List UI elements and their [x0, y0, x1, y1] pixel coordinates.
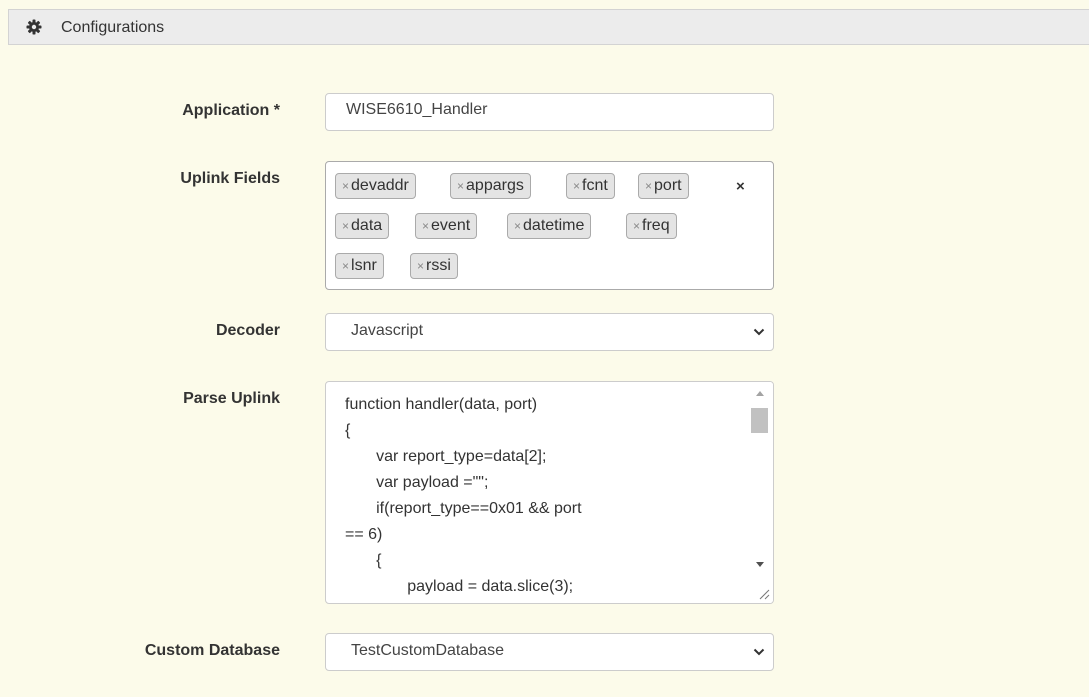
panel-header: Configurations	[8, 9, 1089, 45]
uplink-tag-label: event	[431, 217, 471, 234]
chevron-down-icon	[753, 648, 765, 656]
remove-tag-icon[interactable]: ×	[514, 219, 521, 233]
remove-tag-icon[interactable]: ×	[457, 179, 464, 193]
uplink-tag-label: fcnt	[582, 177, 608, 194]
uplink-fields-multiselect[interactable]: × × devaddr × appargs × fcnt × port × data × event ×…	[325, 161, 774, 290]
textarea-scrollbar[interactable]	[747, 382, 773, 603]
uplink-tag[interactable]: × data	[335, 213, 390, 239]
application-input[interactable]: WISE6610_Handler	[325, 93, 774, 131]
custom-database-select[interactable]: TestCustomDatabase	[325, 633, 774, 671]
uplink-tag[interactable]: × port	[638, 173, 689, 199]
uplink-tag[interactable]: × event	[415, 213, 478, 239]
uplink-tag[interactable]: × fcnt	[566, 173, 615, 199]
application-value: WISE6610_Handler	[346, 101, 488, 118]
remove-tag-icon[interactable]: ×	[422, 219, 429, 233]
uplink-tag[interactable]: × lsnr	[335, 253, 384, 279]
clear-all-icon[interactable]: ×	[736, 178, 745, 195]
remove-tag-icon[interactable]: ×	[417, 259, 424, 273]
uplink-tag-label: port	[654, 177, 682, 194]
remove-tag-icon[interactable]: ×	[342, 259, 349, 273]
gear-icon	[26, 19, 42, 35]
uplink-tag-label: freq	[642, 217, 670, 234]
parse-uplink-textarea[interactable]: function handler(data, port) { var repor…	[325, 381, 774, 604]
uplink-tag-label: lsnr	[351, 257, 377, 274]
remove-tag-icon[interactable]: ×	[633, 219, 640, 233]
uplink-tag-label: appargs	[466, 177, 524, 194]
scrollbar-thumb[interactable]	[751, 408, 768, 433]
scroll-down-icon[interactable]	[755, 561, 765, 568]
remove-tag-icon[interactable]: ×	[342, 219, 349, 233]
uplink-tag-label: rssi	[426, 257, 451, 274]
parse-uplink-label: Parse Uplink	[183, 390, 280, 407]
uplink-tag[interactable]: × appargs	[450, 173, 531, 199]
uplink-tag-label: datetime	[523, 217, 585, 234]
uplink-fields-label: Uplink Fields	[180, 170, 280, 187]
uplink-tag-label: data	[351, 217, 383, 234]
panel-title: Configurations	[61, 19, 165, 36]
remove-tag-icon[interactable]: ×	[573, 179, 580, 193]
uplink-tag[interactable]: × datetime	[507, 213, 592, 239]
uplink-tag[interactable]: × devaddr	[335, 173, 416, 199]
uplink-tag[interactable]: × rssi	[410, 253, 458, 279]
chevron-down-icon	[753, 328, 765, 336]
remove-tag-icon[interactable]: ×	[645, 179, 652, 193]
parse-uplink-code: function handler(data, port) { var repor…	[345, 396, 582, 595]
custom-database-value: TestCustomDatabase	[351, 642, 504, 659]
decoder-value: Javascript	[351, 322, 424, 339]
decoder-label: Decoder	[215, 322, 280, 339]
decoder-select[interactable]: Javascript	[325, 313, 774, 351]
uplink-tag[interactable]: × freq	[626, 213, 677, 239]
scroll-up-icon[interactable]	[755, 390, 765, 397]
application-label: Application *	[182, 102, 280, 119]
resize-handle-icon[interactable]	[758, 588, 770, 600]
uplink-tag-label: devaddr	[351, 177, 409, 194]
custom-database-label: Custom Database	[144, 642, 280, 659]
remove-tag-icon[interactable]: ×	[342, 179, 349, 193]
